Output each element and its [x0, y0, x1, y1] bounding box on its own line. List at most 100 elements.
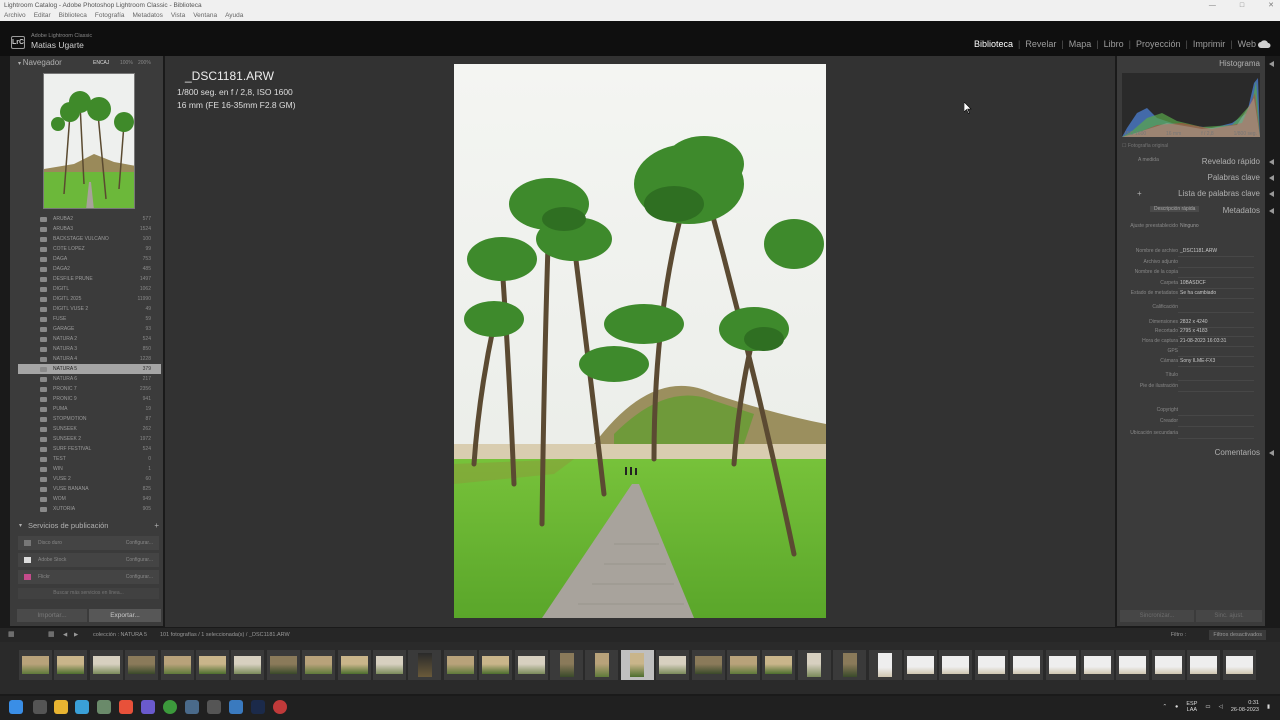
- publish-services-header[interactable]: ▾ Servicios de publicación +: [18, 520, 161, 532]
- module-revelar[interactable]: Revelar: [1025, 38, 1056, 50]
- menu-metadatos[interactable]: Metadatos: [133, 11, 163, 21]
- file-explorer-icon[interactable]: [54, 700, 68, 714]
- filmstrip-thumbnail[interactable]: [302, 650, 336, 680]
- service-configure[interactable]: Configurar...: [126, 570, 153, 584]
- network-icon[interactable]: ▭: [1205, 704, 1210, 710]
- module-mapa[interactable]: Mapa: [1069, 38, 1092, 50]
- module-biblioteca[interactable]: Biblioteca: [974, 38, 1013, 50]
- apps-icon[interactable]: [207, 700, 221, 714]
- vpn-icon[interactable]: [229, 700, 243, 714]
- find-more-services[interactable]: Buscar más servicios en línea...: [18, 588, 159, 599]
- service-flickr[interactable]: Flickr Configurar...: [18, 570, 159, 584]
- add-icon[interactable]: +: [154, 520, 159, 532]
- zoom-fit[interactable]: ENCAJ: [93, 56, 109, 70]
- menu-archivo[interactable]: Archivo: [4, 11, 26, 21]
- folder-row[interactable]: WIN 1: [18, 464, 161, 474]
- folder-row[interactable]: ARUBA2 577: [18, 214, 161, 224]
- metadata-field[interactable]: Título: [1120, 372, 1260, 383]
- keyword-list-header[interactable]: + Lista de palabras clave: [1132, 189, 1280, 198]
- metadata-input[interactable]: [1178, 348, 1254, 357]
- windows-start-icon[interactable]: [9, 700, 23, 714]
- filmstrip-source[interactable]: colección : NATURA 5: [93, 628, 147, 642]
- filmstrip-thumbnail[interactable]: [1045, 650, 1079, 680]
- folder-row[interactable]: STOPMOTION 87: [18, 414, 161, 424]
- filmstrip-thumbnail[interactable]: [762, 650, 796, 680]
- main-photo[interactable]: [454, 64, 826, 618]
- metadata-input[interactable]: [1178, 269, 1254, 278]
- metadata-field[interactable]: Pie de ilustración: [1120, 383, 1260, 394]
- folder-row[interactable]: VUSE BANANA 825: [18, 484, 161, 494]
- folder-row[interactable]: DIGITL 2025 11990: [18, 294, 161, 304]
- chrome-icon[interactable]: [163, 700, 177, 714]
- brave-icon[interactable]: [119, 700, 133, 714]
- filmstrip-thumbnail[interactable]: [620, 650, 654, 680]
- metadata-field[interactable]: Calificación: [1120, 304, 1260, 315]
- metadata-field[interactable]: Nombre de la copia: [1120, 269, 1260, 280]
- histogram-header[interactable]: Histograma: [1132, 59, 1280, 68]
- filmstrip-thumbnail[interactable]: [1116, 650, 1150, 680]
- sync-settings-button[interactable]: Sinc. ajust.: [1196, 610, 1262, 622]
- messenger-icon[interactable]: [141, 700, 155, 714]
- filmstrip-thumbnail[interactable]: [514, 650, 548, 680]
- folder-row[interactable]: SURF FESTIVAL 524: [18, 444, 161, 454]
- filmstrip-thumbnail[interactable]: [691, 650, 725, 680]
- filmstrip-thumbnail[interactable]: [727, 650, 760, 680]
- filmstrip-count[interactable]: 101 fotografías / 1 seleccionada(s) / _D…: [160, 628, 290, 642]
- folder-row[interactable]: DESFILE PRUNE 1497: [18, 274, 161, 284]
- filmstrip-thumbnail[interactable]: [1151, 650, 1185, 680]
- folder-row[interactable]: DIGITL VUSE 2 49: [18, 304, 161, 314]
- filmstrip-thumbnail[interactable]: [373, 650, 406, 680]
- volume-icon[interactable]: ◁: [1219, 704, 1223, 710]
- grid-view-icon[interactable]: ▦: [48, 628, 55, 642]
- keywording-header[interactable]: Palabras clave: [1132, 173, 1280, 182]
- filmstrip-thumbnail[interactable]: [19, 650, 52, 680]
- filmstrip-thumbnail[interactable]: [797, 650, 831, 680]
- original-photo-toggle[interactable]: ☐ Fotografía original: [1122, 143, 1168, 149]
- filmstrip-thumbnail[interactable]: [125, 650, 159, 680]
- quick-develop-preset[interactable]: A medida: [1138, 157, 1159, 163]
- folder-row[interactable]: COTE LOPEZ 99: [18, 244, 161, 254]
- close-icon[interactable]: ✕: [1268, 0, 1274, 11]
- notification-icon[interactable]: ▮: [1267, 704, 1270, 710]
- filmstrip-thumbnail[interactable]: [904, 650, 937, 680]
- metadata-field[interactable]: Nombre de archivo _DSC1181.ARW: [1120, 248, 1260, 259]
- service-hard-drive[interactable]: Disco duro Configurar...: [18, 536, 159, 550]
- folder-row[interactable]: PUMA 19: [18, 404, 161, 414]
- folder-row[interactable]: SUNSEEK 262: [18, 424, 161, 434]
- folder-row[interactable]: PRONIC 7 2356: [18, 384, 161, 394]
- filmstrip[interactable]: [0, 642, 1280, 694]
- metadata-field[interactable]: Creador: [1120, 418, 1260, 429]
- filmstrip-thumbnail[interactable]: [1187, 650, 1221, 680]
- add-keyword-icon[interactable]: +: [1137, 189, 1142, 198]
- metadata-preset-select[interactable]: Ninguno: [1180, 223, 1199, 229]
- sync-metadata-button[interactable]: Sincronizar...: [1120, 610, 1194, 622]
- folder-row[interactable]: NATURA 4 1228: [18, 354, 161, 364]
- edge-icon[interactable]: [75, 700, 89, 714]
- folder-row[interactable]: BACKSTAGE VULCANO 100: [18, 234, 161, 244]
- filmstrip-thumbnail[interactable]: [939, 650, 973, 680]
- filmstrip-thumbnail[interactable]: [550, 650, 583, 680]
- filmstrip-thumbnail[interactable]: [585, 650, 619, 680]
- browser-icon[interactable]: [273, 700, 287, 714]
- filter-select[interactable]: Filtros desactivados: [1209, 630, 1266, 640]
- module-proyeccion[interactable]: Proyección: [1136, 38, 1181, 50]
- back-icon[interactable]: ◀: [63, 628, 67, 642]
- metadata-field[interactable]: Estado de metadatos Se ha cambiado: [1120, 290, 1260, 301]
- menu-editar[interactable]: Editar: [34, 11, 51, 21]
- folder-row[interactable]: TEST 0: [18, 454, 161, 464]
- folder-row[interactable]: NATURA 5 379: [18, 364, 161, 374]
- terminal-icon[interactable]: [185, 700, 199, 714]
- folder-row[interactable]: GARAGE 93: [18, 324, 161, 334]
- app-icon[interactable]: [97, 700, 111, 714]
- filmstrip-thumbnail[interactable]: [89, 650, 123, 680]
- folder-row[interactable]: XUTORIA 905: [18, 504, 161, 514]
- filmstrip-thumbnail[interactable]: [337, 650, 371, 680]
- navigator-preview[interactable]: [43, 73, 135, 209]
- lightroom-taskbar-icon[interactable]: [251, 700, 265, 714]
- folder-row[interactable]: DIGITL 1062: [18, 284, 161, 294]
- metadata-input[interactable]: [1178, 372, 1254, 381]
- grid-icon[interactable]: ▦: [8, 628, 15, 642]
- filmstrip-thumbnail[interactable]: [54, 650, 88, 680]
- module-web[interactable]: Web: [1238, 38, 1256, 50]
- language-indicator[interactable]: ESP LAA: [1186, 701, 1197, 713]
